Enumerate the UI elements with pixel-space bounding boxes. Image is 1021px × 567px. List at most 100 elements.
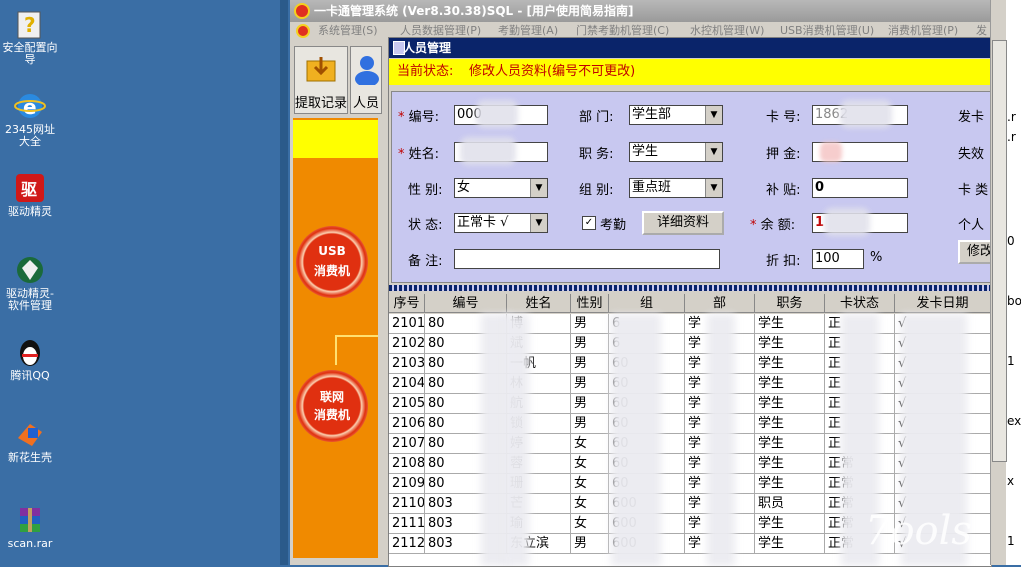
usb-pos-button[interactable]: USB 消费机 bbox=[296, 226, 368, 298]
col-issue-date[interactable]: 发卡日期 bbox=[895, 294, 991, 313]
svg-text:驱: 驱 bbox=[21, 180, 37, 199]
redaction-blur bbox=[505, 314, 529, 566]
bg-text: 1 bbox=[1007, 534, 1015, 548]
watermark-logo: 7ools bbox=[865, 508, 972, 554]
menu-logo-icon bbox=[296, 24, 310, 38]
state-label: 状 态: bbox=[408, 218, 443, 233]
desktop-icon-peanut-shell[interactable]: 新花生壳 bbox=[2, 418, 58, 464]
chevron-down-icon: ▼ bbox=[705, 179, 722, 197]
table-header: 序号 编号 姓名 性别 组 部 职务 卡状态 发卡日期 bbox=[389, 294, 991, 314]
personnel-button[interactable]: 人员 bbox=[350, 46, 382, 114]
subsidy-field[interactable]: 0 bbox=[812, 178, 908, 198]
person-icon bbox=[353, 53, 381, 87]
winrar-archive-icon bbox=[14, 504, 46, 536]
status-text: 修改人员资料(编号不可更改) bbox=[469, 64, 636, 79]
peanut-shell-icon bbox=[14, 418, 46, 450]
table-cell: 2102 bbox=[389, 334, 425, 354]
table-cell: 学生 bbox=[755, 394, 825, 414]
group-select[interactable]: 重点班 ▼ bbox=[629, 178, 723, 198]
details-button[interactable]: 详细资料 bbox=[642, 211, 724, 235]
personnel-label: 人员 bbox=[352, 96, 379, 111]
bg-text: 1 bbox=[1007, 354, 1015, 368]
state-select[interactable]: 正常卡 √ ▼ bbox=[454, 213, 548, 233]
card-label: 卡 号: bbox=[766, 110, 801, 125]
redaction-blur bbox=[476, 100, 518, 128]
position-select[interactable]: 学生 ▼ bbox=[629, 142, 723, 162]
table-cell: 女 bbox=[571, 514, 609, 534]
table-cell: 学生 bbox=[755, 474, 825, 494]
col-name[interactable]: 姓名 bbox=[507, 294, 571, 313]
redaction-blur bbox=[611, 314, 661, 566]
attendance-checkbox[interactable]: ✓ bbox=[582, 216, 596, 230]
remark-field[interactable] bbox=[454, 249, 720, 269]
network-pos-button[interactable]: 联网 消费机 bbox=[296, 370, 368, 442]
table-cell: 2101 bbox=[389, 314, 425, 334]
dialog-title-bar[interactable]: 人员管理 bbox=[389, 38, 991, 58]
table-cell: 男 bbox=[571, 534, 609, 554]
bg-text: bo bbox=[1007, 294, 1021, 308]
dept-label: 部 门: bbox=[579, 110, 614, 125]
menu-system[interactable]: 系统管理(S) bbox=[318, 22, 378, 40]
personal-label: 个人 bbox=[958, 218, 985, 233]
col-position[interactable]: 职务 bbox=[755, 294, 825, 313]
desktop-icon-label: 腾讯QQ bbox=[10, 369, 50, 382]
table-cell: 2110 bbox=[389, 494, 425, 514]
flow-connector bbox=[335, 335, 378, 337]
desktop-icon-label: 驱动精灵-软件管理 bbox=[6, 287, 54, 312]
name-label: * 姓名: bbox=[398, 147, 440, 162]
table-cell: 2105 bbox=[389, 394, 425, 414]
usb-pos-line1: USB bbox=[318, 244, 346, 258]
desktop-icon-security-wizard[interactable]: ? 安全配置向导 bbox=[2, 8, 58, 66]
dept-select[interactable]: 学生部 ▼ bbox=[629, 105, 723, 125]
table-cell: 女 bbox=[571, 494, 609, 514]
svg-text:?: ? bbox=[24, 13, 36, 37]
desktop-icon-label: 新花生壳 bbox=[8, 451, 52, 464]
chevron-down-icon: ▼ bbox=[705, 106, 722, 124]
status-bar: 当前状态: 修改人员资料(编号不可更改) bbox=[389, 59, 991, 85]
table-cell: 男 bbox=[571, 314, 609, 334]
table-cell: 2103 bbox=[389, 354, 425, 374]
table-cell: 女 bbox=[571, 454, 609, 474]
dialog-title: 人员管理 bbox=[403, 41, 452, 55]
chevron-down-icon: ▼ bbox=[705, 143, 722, 161]
col-dept[interactable]: 部 bbox=[685, 294, 755, 313]
col-card-state[interactable]: 卡状态 bbox=[825, 294, 895, 313]
col-gender[interactable]: 性别 bbox=[571, 294, 609, 313]
app-title-bar[interactable]: 一卡通管理系统 (Ver8.30.38)SQL - [用户使用简易指南] bbox=[290, 0, 990, 22]
deposit-label: 押 金: bbox=[766, 147, 801, 162]
table-cell: 职员 bbox=[755, 494, 825, 514]
table-cell: 学生 bbox=[755, 534, 825, 554]
desktop-icon-label: 2345网址大全 bbox=[5, 123, 55, 148]
fetch-records-button[interactable]: 提取记录 bbox=[294, 46, 348, 114]
desktop-icon-software-manager[interactable]: 驱动精灵-软件管理 bbox=[2, 254, 58, 312]
table-cell: 2107 bbox=[389, 434, 425, 454]
personnel-dialog: 人员管理 当前状态: 修改人员资料(编号不可更改) * 编号: 000 部 门:… bbox=[388, 37, 1002, 567]
col-index[interactable]: 序号 bbox=[389, 294, 425, 313]
side-panel-header bbox=[293, 120, 378, 158]
table-cell: 学生 bbox=[755, 374, 825, 394]
software-manager-icon bbox=[14, 254, 46, 286]
col-id[interactable]: 编号 bbox=[425, 294, 507, 313]
table-cell: 2109 bbox=[389, 474, 425, 494]
shield-question-icon: ? bbox=[14, 8, 46, 40]
vertical-scrollbar[interactable] bbox=[990, 0, 1007, 565]
bg-text: .r bbox=[1007, 130, 1016, 144]
gender-label: 性 别: bbox=[408, 183, 443, 198]
chevron-down-icon: ▼ bbox=[530, 214, 547, 232]
gender-select[interactable]: 女 ▼ bbox=[454, 178, 548, 198]
desktop-icon-scan-rar[interactable]: scan.rar bbox=[2, 504, 58, 550]
network-pos-line1: 联网 bbox=[319, 390, 344, 404]
desktop-icon-label: scan.rar bbox=[7, 537, 53, 550]
table-cell: 女 bbox=[571, 474, 609, 494]
issue-date-label: 发卡 bbox=[958, 110, 985, 125]
table-cell: 学生 bbox=[755, 354, 825, 374]
scrollbar-thumb[interactable] bbox=[992, 40, 1007, 462]
col-group[interactable]: 组 bbox=[609, 294, 685, 313]
table-cell: 2106 bbox=[389, 414, 425, 434]
desktop-icon-driver-genius[interactable]: 驱 驱动精灵 bbox=[2, 172, 58, 218]
discount-field[interactable]: 100 bbox=[812, 249, 864, 269]
table-cell: 学生 bbox=[755, 514, 825, 534]
desktop-icon-web-portal[interactable]: e 2345网址大全 bbox=[2, 90, 58, 148]
desktop-icon-qq[interactable]: 腾讯QQ bbox=[2, 336, 58, 382]
group-label: 组 别: bbox=[579, 183, 614, 198]
